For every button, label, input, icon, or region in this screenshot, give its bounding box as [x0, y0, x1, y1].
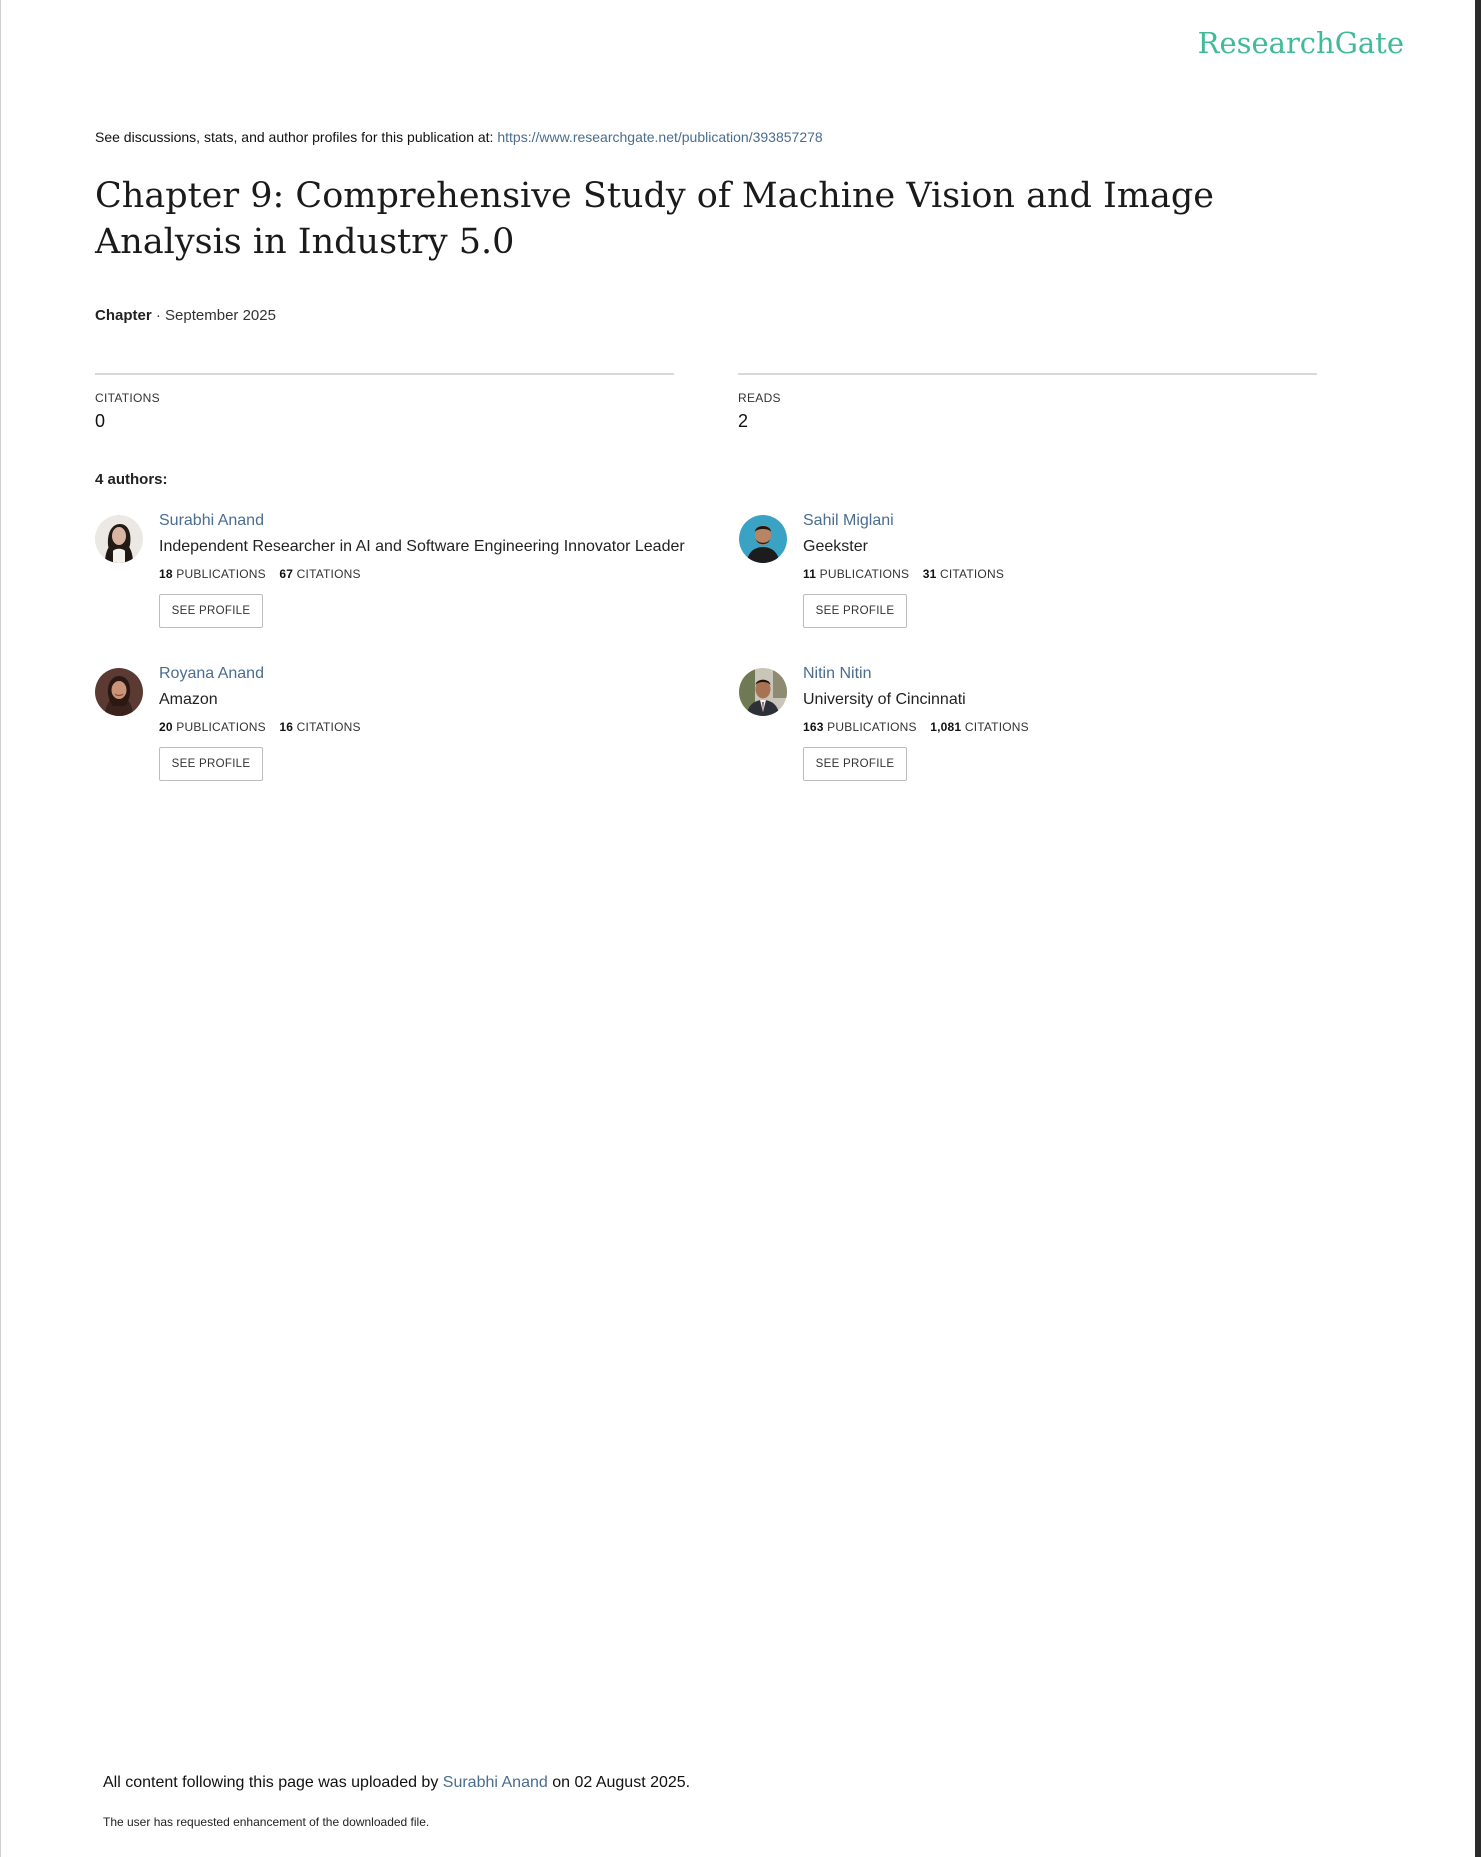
upload-notice: All content following this page was uplo…	[103, 1774, 690, 1792]
publication-title: Chapter 9: Comprehensive Study of Machin…	[95, 176, 1215, 262]
page-edge-right	[1475, 0, 1481, 1857]
author-affiliation: Independent Researcher in AI and Softwar…	[159, 538, 685, 555]
author-info: Royana Anand Amazon 20 PUBLICATIONS 16 C…	[159, 664, 361, 781]
author-publications-count: 163	[803, 720, 824, 734]
author-avatar[interactable]	[739, 668, 787, 716]
publications-label: PUBLICATIONS	[827, 720, 917, 734]
author-name-link[interactable]: Royana Anand	[159, 664, 361, 684]
author-avatar[interactable]	[739, 515, 787, 563]
see-profile-button[interactable]: SEE PROFILE	[803, 594, 907, 628]
reads-label: READS	[738, 391, 781, 405]
source-prefix: See discussions, stats, and author profi…	[95, 129, 494, 145]
citations-label: CITATIONS	[964, 720, 1029, 734]
author-stats: 163 PUBLICATIONS 1,081 CITATIONS	[803, 720, 1029, 734]
portrait-woman-light-bg-icon	[95, 515, 143, 563]
author-stats: 18 PUBLICATIONS 67 CITATIONS	[159, 567, 685, 581]
citations-label: CITATIONS	[296, 720, 361, 734]
author-citations-count: 16	[279, 720, 294, 734]
author-info: Sahil Miglani Geekster 11 PUBLICATIONS 3…	[803, 511, 1004, 628]
upload-prefix: All content following this page was uplo…	[103, 1774, 439, 1791]
author-name-link[interactable]: Surabhi Anand	[159, 511, 685, 531]
citations-label: CITATIONS	[95, 391, 160, 405]
publications-label: PUBLICATIONS	[819, 567, 910, 581]
publication-info-separator: ·	[151, 307, 166, 324]
publications-label: PUBLICATIONS	[176, 567, 266, 581]
author-publications-count: 20	[159, 720, 173, 734]
uploader-link[interactable]: Surabhi Anand	[443, 1774, 548, 1791]
author-info: Nitin Nitin University of Cincinnati 163…	[803, 664, 1029, 781]
author-publications-count: 11	[803, 567, 817, 581]
reads-stat: READS 2	[738, 373, 1317, 432]
author-card: Nitin Nitin University of Cincinnati 163…	[739, 665, 1339, 808]
publication-url-link[interactable]: https://www.researchgate.net/publication…	[497, 129, 822, 145]
see-profile-button[interactable]: SEE PROFILE	[159, 747, 263, 781]
author-affiliation: Geekster	[803, 538, 868, 555]
page-edge-left	[0, 0, 1, 1857]
author-citations-count: 31	[922, 567, 937, 581]
author-info: Surabhi Anand Independent Researcher in …	[159, 511, 685, 628]
author-name-link[interactable]: Nitin Nitin	[803, 664, 1029, 684]
author-avatar[interactable]	[95, 668, 143, 716]
author-card: Sahil Miglani Geekster 11 PUBLICATIONS 3…	[739, 512, 1339, 655]
author-stats: 11 PUBLICATIONS 31 CITATIONS	[803, 567, 1004, 581]
author-affiliation: Amazon	[159, 691, 218, 708]
reads-value: 2	[738, 411, 749, 431]
portrait-man-suit-icon	[739, 668, 787, 716]
citations-label: CITATIONS	[296, 567, 361, 581]
publication-type: Chapter	[95, 307, 152, 324]
publication-info: Chapter · September 2025	[95, 307, 276, 324]
citations-label: CITATIONS	[940, 567, 1005, 581]
portrait-man-blue-bg-icon	[739, 515, 787, 563]
author-card: Royana Anand Amazon 20 PUBLICATIONS 16 C…	[95, 665, 695, 808]
authors-heading: 4 authors:	[95, 471, 168, 488]
upload-suffix: on 02 August 2025.	[552, 1774, 691, 1791]
author-card: Surabhi Anand Independent Researcher in …	[95, 512, 695, 655]
publication-date: September 2025	[165, 307, 276, 324]
enhancement-note: The user has requested enhancement of th…	[103, 1815, 430, 1829]
see-profile-button[interactable]: SEE PROFILE	[159, 594, 263, 628]
author-citations-count: 67	[279, 567, 294, 581]
author-name-link[interactable]: Sahil Miglani	[803, 511, 1004, 531]
portrait-woman-dark-bg-icon	[95, 668, 143, 716]
citations-stat: CITATIONS 0	[95, 373, 674, 432]
author-citations-count: 1,081	[930, 720, 962, 734]
publications-label: PUBLICATIONS	[176, 720, 266, 734]
see-profile-button[interactable]: SEE PROFILE	[803, 747, 907, 781]
researchgate-logo[interactable]: ResearchGate	[1198, 26, 1404, 60]
citations-value: 0	[95, 411, 106, 431]
author-publications-count: 18	[159, 567, 173, 581]
author-avatar[interactable]	[95, 515, 143, 563]
author-affiliation: University of Cincinnati	[803, 691, 966, 708]
source-line: See discussions, stats, and author profi…	[95, 129, 823, 145]
author-stats: 20 PUBLICATIONS 16 CITATIONS	[159, 720, 361, 734]
